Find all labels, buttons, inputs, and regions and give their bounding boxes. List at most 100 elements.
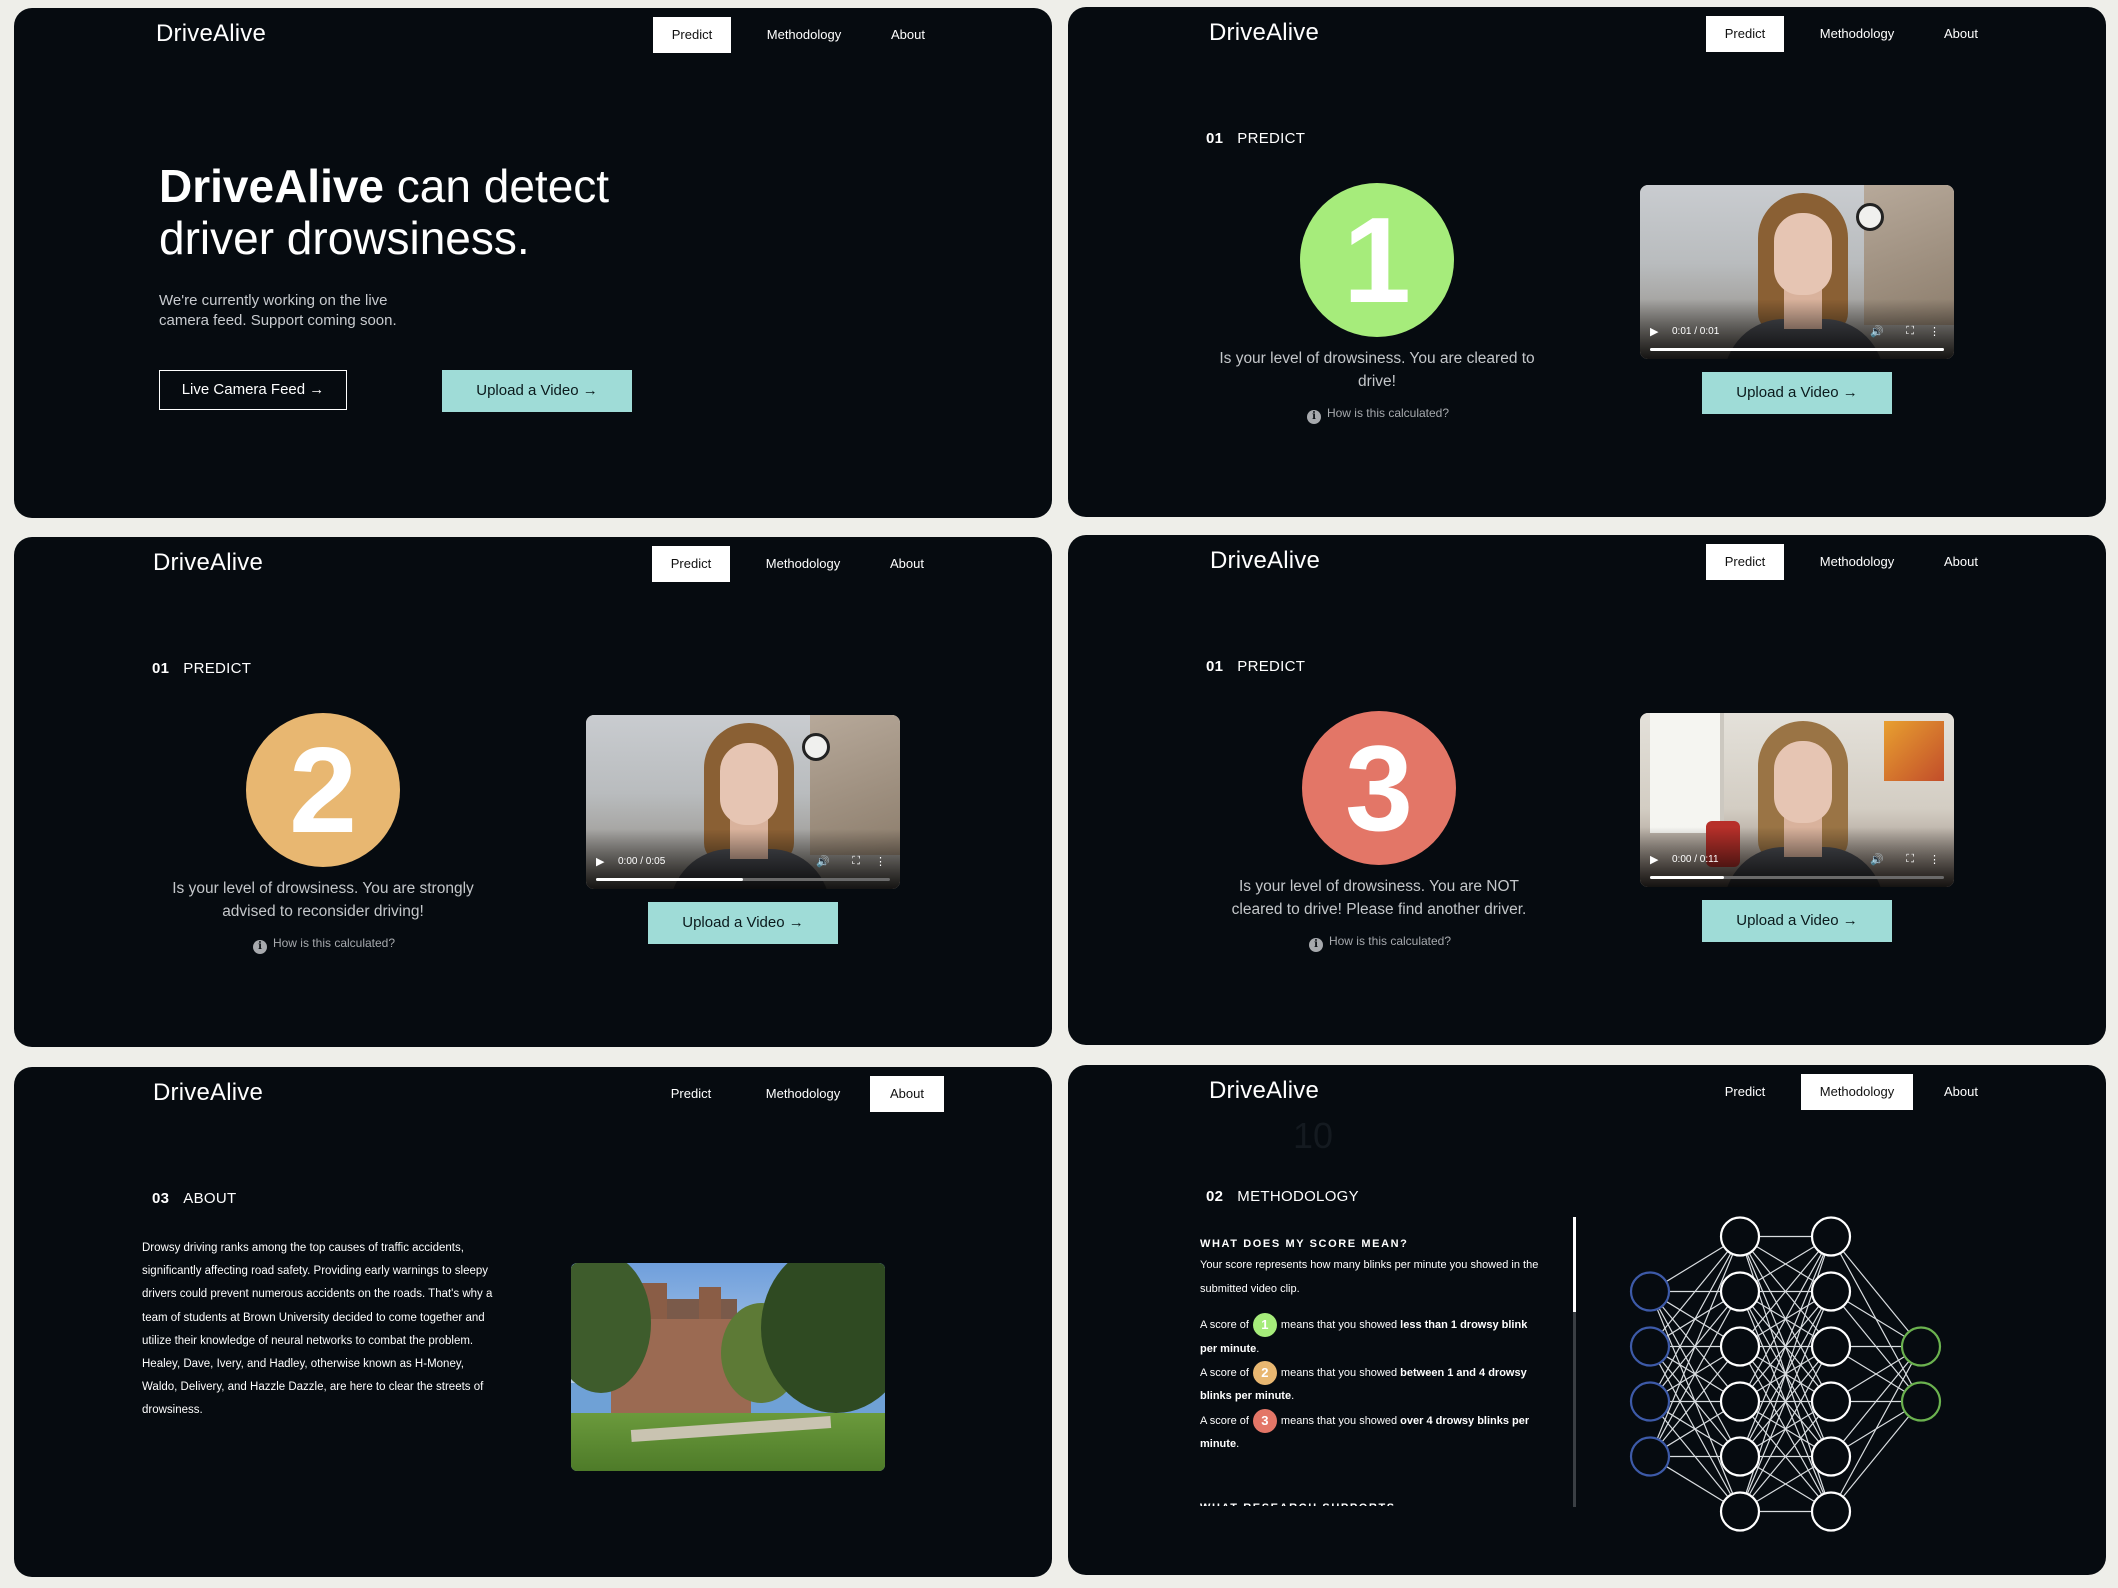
about-panel: DriveAlive Predict Methodology About 03 A… [14,1067,1052,1577]
nav-about[interactable]: About [1924,16,1998,52]
play-icon[interactable]: ▶ [1650,853,1658,866]
neural-network-diagram [1629,1216,1942,1532]
video-progress-track[interactable] [1650,876,1944,879]
nav-predict[interactable]: Predict [652,546,730,582]
video-player[interactable]: ▶ 0:01 / 0:01 🔊 ⛶ ⋮ [1640,185,1954,359]
upload-video-button[interactable]: Upload a Video → [648,902,838,944]
video-player[interactable]: ▶ 0:00 / 0:11 🔊 ⛶ ⋮ [1640,713,1954,887]
nav-methodology[interactable]: Methodology [747,546,859,582]
hidden-node [1810,1381,1852,1422]
play-icon[interactable]: ▶ [596,855,604,868]
section-heading: 01 PREDICT [1206,130,1306,147]
score-message: Is your level of drowsiness. You are NOT… [1231,878,1527,918]
hidden-node [1810,1436,1852,1477]
video-time: 0:00 / 0:05 [618,856,666,867]
hidden-node [1810,1271,1852,1312]
input-node [1629,1271,1671,1312]
nav-methodology[interactable]: Methodology [1801,544,1913,580]
score-line-3: A score of 3 means that you showed over 4 … [1200,1408,1545,1457]
nav-predict[interactable]: Predict [1706,1074,1784,1110]
more-options-icon[interactable]: ⋮ [1929,853,1940,866]
brand-logo[interactable]: DriveAlive [1209,19,1319,47]
more-options-icon[interactable]: ⋮ [875,855,886,868]
input-node [1629,1326,1671,1367]
volume-icon[interactable]: 🔊 [1870,325,1884,338]
scroll-thumb[interactable] [1573,1217,1576,1312]
video-player[interactable]: ▶ 0:00 / 0:05 🔊 ⛶ ⋮ [586,715,900,889]
top-nav: Predict Methodology About [653,17,945,53]
nav-about[interactable]: About [871,17,945,53]
score-message: Is your level of drowsiness. You are str… [172,880,474,920]
nav-about[interactable]: About [1924,1074,1998,1110]
top-nav: Predict Methodology About [1706,16,1998,52]
hidden-node [1719,1491,1761,1532]
top-nav: Predict Methodology About [652,546,944,582]
input-node [1629,1436,1671,1477]
fullscreen-icon[interactable]: ⛶ [1906,853,1914,866]
top-nav: Predict Methodology About [1706,1074,1998,1110]
info-icon: i [252,940,267,954]
upload-video-button[interactable]: Upload a Video → [1702,372,1892,414]
brand-logo[interactable]: DriveAlive [1209,1077,1319,1105]
score-badge-2: 2 [1252,1361,1277,1386]
hidden-node [1719,1436,1761,1477]
hidden-node [1719,1216,1761,1257]
output-node [1900,1326,1942,1367]
how-calculated-link[interactable]: i How is this calculated? [1280,934,1480,952]
score-badge-3: 3 [1252,1408,1277,1433]
section-heading: 03 ABOUT [152,1190,237,1207]
nav-predict[interactable]: Predict [1706,16,1784,52]
score-circle: 3 [1302,711,1456,865]
video-time: 0:01 / 0:01 [1672,326,1720,337]
brand-logo[interactable]: DriveAlive [156,20,266,48]
more-options-icon[interactable]: ⋮ [1929,325,1940,338]
how-calculated-link[interactable]: i How is this calculated? [224,936,424,954]
nav-methodology[interactable]: Methodology [748,17,860,53]
ghost-number: 10 [1293,1115,1334,1156]
methodology-panel: DriveAlive Predict Methodology About 10 … [1068,1065,2106,1575]
nn-connection [1830,1346,1922,1512]
score-circle: 1 [1300,183,1454,337]
upload-video-button[interactable]: Upload a Video → [1702,900,1892,942]
nav-about[interactable]: About [870,1076,944,1112]
info-icon: i [1306,410,1321,424]
predict-panel-score-3: DriveAlive Predict Methodology About 01 P… [1068,535,2106,1045]
how-calculated-link[interactable]: i How is this calculated? [1278,406,1478,424]
nav-methodology[interactable]: Methodology [1801,16,1913,52]
hidden-node [1719,1381,1761,1422]
brand-logo[interactable]: DriveAlive [153,549,263,577]
play-icon[interactable]: ▶ [1650,325,1658,338]
brand-logo[interactable]: DriveAlive [1210,547,1320,575]
next-question-clipped: WHAT RESEARCH SUPPORTS THIS? [1200,1501,1440,1506]
scrollbar[interactable] [1573,1217,1576,1507]
nav-predict[interactable]: Predict [1706,544,1784,580]
clock-icon [802,733,830,761]
video-progress-fill [596,878,743,881]
hero-description: We're currently working on the live came… [159,292,397,329]
nav-about[interactable]: About [1924,544,1998,580]
nav-methodology[interactable]: Methodology [747,1076,859,1112]
video-progress-track[interactable] [1650,348,1944,351]
top-nav: Predict Methodology About [652,1076,944,1112]
hidden-node [1719,1326,1761,1367]
nav-predict[interactable]: Predict [653,17,731,53]
predict-panel-score-2: DriveAlive Predict Methodology About 01 P… [14,537,1052,1047]
volume-icon[interactable]: 🔊 [1870,853,1884,866]
score-question: WHAT DOES MY SCORE MEAN? [1200,1238,1409,1250]
campus-photo [571,1263,885,1471]
nav-methodology[interactable]: Methodology [1801,1074,1913,1110]
input-node [1629,1381,1671,1422]
score-message: Is your level of drowsiness. You are cle… [1219,350,1535,390]
nav-about[interactable]: About [870,546,944,582]
video-progress-track[interactable] [596,878,890,881]
upload-video-button[interactable]: Upload a Video → [442,370,632,412]
brand-logo[interactable]: DriveAlive [153,1079,263,1107]
fullscreen-icon[interactable]: ⛶ [1906,325,1914,338]
nav-predict[interactable]: Predict [652,1076,730,1112]
hero-panel: DriveAlive Predict Methodology About Dri… [14,8,1052,518]
info-icon: i [1308,938,1323,952]
fullscreen-icon[interactable]: ⛶ [852,855,860,868]
live-camera-button[interactable]: Live Camera Feed → [159,370,347,410]
score-intro: Your score represents how many blinks pe… [1200,1259,1539,1295]
volume-icon[interactable]: 🔊 [816,855,830,868]
